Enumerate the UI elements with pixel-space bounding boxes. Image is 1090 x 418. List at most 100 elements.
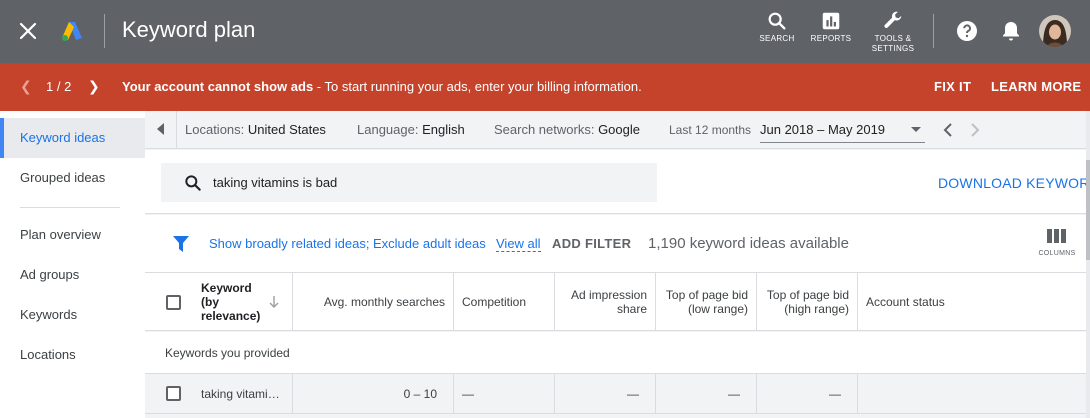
learn-more-button[interactable]: LEARN MORE [991, 79, 1081, 94]
chevron-right-icon[interactable] [967, 121, 983, 139]
search-networks-filter[interactable]: Search networks: Google [494, 122, 640, 137]
tools-label-line1: TOOLS & [874, 34, 912, 43]
sidebar: Keyword ideas Grouped ideas Plan overvie… [0, 111, 145, 418]
locations-value: United States [247, 122, 326, 137]
col-impr-l2: share [616, 302, 647, 316]
sidebar-item-locations[interactable]: Locations [0, 335, 145, 375]
col-avg-label: Avg. monthly searches [323, 295, 445, 309]
columns-label: COLUMNS [1038, 250, 1076, 257]
col-keyword-l2: (by [201, 295, 219, 309]
alert-prev-chevron-icon[interactable]: ❮ [20, 78, 32, 95]
language-label: Language: [357, 122, 419, 137]
search-icon [185, 175, 201, 191]
sidebar-item-ad-groups[interactable]: Ad groups [0, 255, 145, 295]
dropdown-caret-icon [911, 127, 921, 132]
col-keyword-l3: relevance) [201, 309, 261, 323]
col-impr-l1: Ad impression [570, 288, 647, 302]
filter-funnel-icon[interactable] [173, 236, 189, 252]
google-ads-logo [62, 22, 82, 41]
col-low-l2: (low range) [687, 302, 748, 316]
tools-settings-button[interactable]: TOOLS & SETTINGS [861, 10, 925, 54]
header-divider-right [933, 14, 934, 48]
scrollbar-thumb[interactable] [1086, 160, 1090, 260]
date-range-select[interactable]: Jun 2018 – May 2019 [760, 119, 925, 143]
download-keyword-ideas-button[interactable]: DOWNLOAD KEYWORD [938, 175, 1090, 191]
wrench-icon [884, 11, 902, 28]
col-keyword-l1: Keyword [201, 281, 252, 295]
networks-label: Search networks: [494, 122, 595, 137]
exclude-adult-ideas-link[interactable]: Exclude adult ideas [373, 236, 486, 251]
header-divider [104, 14, 105, 48]
cell-top-bid-low: — [656, 374, 757, 414]
ideas-toolbar: Show broadly related ideas; Exclude adul… [145, 215, 1090, 273]
col-account-status-header[interactable]: Account status [858, 273, 1090, 331]
reports-icon [822, 12, 840, 30]
col-ad-impression-share-header[interactable]: Ad impression share [555, 273, 656, 331]
collapse-sidebar-button[interactable] [145, 111, 177, 149]
col-top-bid-low-header[interactable]: Top of page bid (low range) [656, 273, 757, 331]
cell-avg-monthly-searches: 0 – 10 [293, 374, 454, 414]
ideas-count: 1,190 keyword ideas available [648, 235, 849, 252]
col-high-l1: Top of page bid [766, 288, 849, 302]
col-high-l2: (high range) [784, 302, 849, 316]
sidebar-item-grouped-ideas[interactable]: Grouped ideas [0, 158, 145, 198]
billing-alert-banner: ❮ 1 / 2 ❯ Your account cannot show ads -… [0, 63, 1090, 111]
cell-competition: — [454, 374, 555, 414]
columns-icon [1047, 229, 1066, 243]
fix-it-button[interactable]: FIX IT [934, 79, 971, 94]
period-label: Last 12 months [669, 123, 752, 137]
col-competition-header[interactable]: Competition [454, 273, 555, 331]
page-title: Keyword plan [122, 17, 256, 42]
col-status-label: Account status [866, 295, 945, 309]
reports-tool-button[interactable]: REPORTS [799, 10, 863, 44]
columns-button[interactable]: COLUMNS [1035, 229, 1079, 257]
keyword-search-row: taking vitamins is bad DOWNLOAD KEYWORD [145, 150, 1090, 214]
alert-message: Your account cannot show ads - To start … [122, 79, 642, 94]
table-header: Keyword (by relevance) Avg. monthly sear… [145, 273, 1090, 331]
locations-filter[interactable]: Locations: United States [185, 122, 326, 137]
sidebar-item-plan-overview[interactable]: Plan overview [0, 215, 145, 255]
scrollbar-track[interactable] [1086, 111, 1090, 418]
search-icon [768, 12, 786, 30]
sidebar-item-keywords[interactable]: Keywords [0, 295, 145, 335]
networks-value: Google [598, 122, 640, 137]
close-icon[interactable] [17, 20, 39, 42]
cell-ad-impression-share: — [555, 374, 656, 414]
tools-label-line2: SETTINGS [871, 44, 915, 53]
view-all-link[interactable]: View all [496, 236, 541, 252]
help-icon[interactable] [955, 19, 979, 43]
section-header-keywords-provided: Keywords you provided [145, 332, 1090, 374]
alert-pager: 1 / 2 [46, 79, 72, 94]
col-competition-label: Competition [462, 295, 527, 309]
col-avg-monthly-searches-header[interactable]: Avg. monthly searches [293, 273, 454, 331]
col-keyword-header[interactable]: Keyword (by relevance) [193, 273, 293, 331]
table-row[interactable]: taking vitami… 0 – 10 — — — — [145, 374, 1090, 414]
language-value: English [422, 122, 465, 137]
date-range-value: Jun 2018 – May 2019 [760, 122, 886, 137]
sidebar-divider [20, 207, 120, 208]
search-value: taking vitamins is bad [213, 175, 338, 190]
main-content: Locations: United States Language: Engli… [145, 111, 1090, 418]
alert-message-bold: Your account cannot show ads [122, 79, 314, 94]
col-low-l1: Top of page bid [665, 288, 748, 302]
targeting-filter-bar: Locations: United States Language: Engli… [145, 111, 1090, 149]
keyword-search-input[interactable]: taking vitamins is bad [161, 163, 657, 202]
add-filter-button[interactable]: ADD FILTER [552, 236, 631, 251]
reports-tool-label: REPORTS [810, 34, 852, 43]
sort-arrow-down-icon [269, 296, 279, 308]
col-top-bid-high-header[interactable]: Top of page bid (high range) [757, 273, 858, 331]
alert-message-rest: - To start running your ads, enter your … [313, 79, 642, 94]
cell-account-status [858, 374, 1090, 414]
row-checkbox[interactable] [166, 386, 181, 401]
locations-label: Locations: [185, 122, 245, 137]
alert-next-chevron-icon[interactable]: ❯ [88, 78, 100, 95]
caret-left-icon [157, 123, 164, 135]
chevron-left-icon[interactable] [940, 121, 956, 139]
sidebar-item-keyword-ideas[interactable]: Keyword ideas [0, 118, 145, 158]
notifications-bell-icon[interactable] [999, 19, 1023, 43]
select-all-checkbox[interactable] [166, 295, 181, 310]
language-filter[interactable]: Language: English [357, 122, 465, 137]
top-app-bar: Keyword plan SEARCH REPORTS TOOLS & SETT… [0, 0, 1090, 63]
avatar[interactable] [1039, 15, 1071, 47]
broadly-related-ideas-link[interactable]: Show broadly related ideas; [209, 236, 369, 251]
